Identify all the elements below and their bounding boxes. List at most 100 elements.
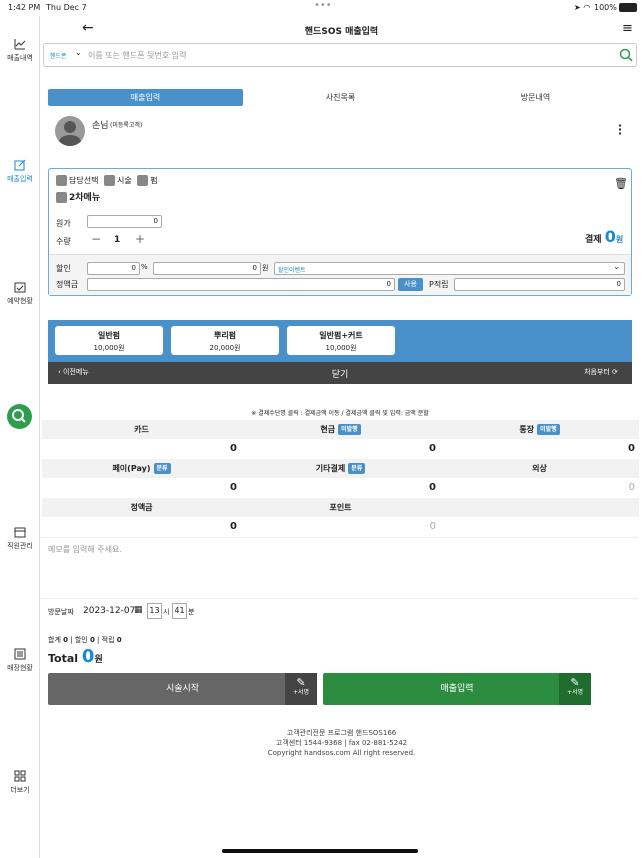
search-type-select[interactable]: 핸드폰	[50, 51, 67, 60]
search-bar: 핸드폰 ⌄ 이름 또는 핸드폰 뒷번호 입력	[43, 43, 637, 67]
pay-pay-value[interactable]: 0	[42, 478, 241, 497]
split-badge[interactable]: 분류	[348, 463, 366, 474]
sidebar-item-store-status[interactable]: 매장현황	[0, 648, 40, 673]
pencil-icon	[56, 192, 67, 203]
pay-point-header[interactable]: 포인트	[241, 498, 440, 517]
sidebar-item-sales-input[interactable]: 매출입력	[0, 159, 40, 184]
memo-textarea[interactable]: 메모를 입력해 주세요.	[42, 537, 638, 599]
pencil-icon: ✎	[570, 676, 580, 689]
sidebar-item-label: 더보기	[10, 786, 30, 794]
tag-service[interactable]: 시술	[117, 176, 132, 185]
reset-button[interactable]: 처음부터 ⟳	[584, 367, 618, 377]
menu-item-card[interactable]: 뿌리펌 20,000원	[171, 326, 279, 355]
footer-line-1: 고객관리전문 프로그램 핸드SOS166	[286, 729, 397, 737]
hamburger-menu-icon[interactable]: ≡	[622, 21, 633, 36]
pay-point-value[interactable]: 0	[241, 517, 440, 536]
sum-value: 0	[63, 636, 68, 644]
sign-button[interactable]: ✎ +서명	[285, 673, 317, 705]
tab-visit-history[interactable]: 방문내역	[438, 89, 633, 106]
tag-perm[interactable]: 펌	[150, 176, 157, 185]
minute-input[interactable]: 41	[172, 603, 187, 619]
calendar-icon[interactable]: ▦	[134, 605, 143, 615]
menu-item-name: 뿌리펌	[213, 331, 237, 340]
pay-account-value[interactable]: 0	[440, 439, 639, 458]
payment-note: ※ 결제수단명 클릭 : 결제금액 이동 / 결제금액 클릭 및 입력: 금액 …	[251, 410, 429, 417]
tag-staff[interactable]: 담당선택	[69, 176, 98, 185]
qty-value[interactable]: 1	[114, 235, 120, 245]
pay-card-value[interactable]: 0	[42, 439, 241, 458]
pay-other-header[interactable]: 기타결제 분류	[241, 459, 440, 478]
sign-label: +서명	[292, 689, 310, 696]
price-input[interactable]: 0	[87, 215, 162, 228]
sidebar-item-sales-history[interactable]: 매출내역	[0, 38, 40, 63]
total-unit: 원	[94, 655, 103, 665]
use-button[interactable]: 사용	[398, 278, 423, 291]
start-service-button[interactable]: 시술시작 ✎ +서명	[48, 673, 317, 705]
tag-row: 담당선택 시술 펌	[56, 175, 158, 186]
tab-photos[interactable]: 사진목록	[243, 89, 438, 106]
hour-input[interactable]: 13	[147, 603, 162, 619]
sign-label: +서명	[566, 689, 584, 696]
submenu-label[interactable]: 2차메뉴	[69, 193, 100, 203]
header: ← 핸드SOS 매출입력 ≡	[40, 16, 643, 42]
pay-cash-value[interactable]: 0	[241, 439, 440, 458]
search-input[interactable]: 이름 또는 핸드폰 뒷번호 입력	[88, 50, 187, 61]
sidebar-item-label: 예약현황	[7, 297, 33, 305]
customer-note: (미등록고객)	[110, 122, 143, 129]
pay-fixed-value[interactable]: 0	[42, 517, 241, 536]
footer-line-2: 고객센터 1544-9368 | fax 02-881-5242	[275, 739, 408, 747]
pay-account-header[interactable]: 통장 미발행	[440, 420, 639, 439]
pay-cash-header[interactable]: 현금 미발행	[241, 420, 440, 439]
split-badge[interactable]: 분류	[153, 463, 171, 474]
pay-pay-header[interactable]: 페이(Pay) 분류	[42, 459, 241, 478]
pay-other-value[interactable]: 0	[241, 478, 440, 497]
pay-credit-value[interactable]: 0	[440, 478, 639, 497]
menu-item-card[interactable]: 일반펌+커트 10,000원	[287, 326, 395, 355]
point-input[interactable]: 0	[454, 278, 625, 291]
search-fab-button[interactable]	[7, 404, 32, 429]
battery-icon	[619, 3, 637, 12]
disc-label: 할인	[74, 636, 88, 644]
pay-credit-header[interactable]: 외상	[440, 459, 639, 478]
visit-row: 방문날짜 2023-12-07 ▦ 13 시 41 분	[48, 603, 348, 619]
visit-date[interactable]: 2023-12-07	[83, 606, 135, 616]
more-vertical-icon[interactable]: · · ·	[618, 120, 622, 139]
tab-bar: 매출입력 사진목록 방문내역	[48, 89, 634, 106]
receipt-badge[interactable]: 미발행	[338, 424, 361, 435]
chevron-down-icon[interactable]: ⌄	[75, 48, 82, 57]
discount-label: 할인	[56, 264, 71, 273]
pay-card-header[interactable]: 카드	[42, 420, 241, 439]
trash-icon[interactable]: 🗑	[614, 177, 628, 190]
discount-pct-input[interactable]: 0	[87, 262, 140, 275]
refresh-icon: ⟳	[612, 368, 618, 376]
submenu-row: 2차메뉴	[56, 190, 100, 203]
start-service-label: 시술시작	[165, 684, 200, 694]
tab-sales-input[interactable]: 매출입력	[48, 89, 243, 106]
sidebar-item-reservations[interactable]: 예약현황	[0, 281, 40, 306]
search-icon[interactable]	[619, 48, 633, 62]
visit-label: 방문날짜	[48, 608, 74, 616]
sign-button[interactable]: ✎ +서명	[559, 673, 591, 705]
sidebar-item-label: 매출내역	[7, 54, 33, 62]
sidebar-item-more[interactable]: 더보기	[0, 770, 40, 795]
plus-button[interactable]: +	[135, 232, 145, 246]
sidebar-item-staff[interactable]: 직원관리	[0, 526, 40, 551]
discount-amount-input[interactable]: 0	[153, 262, 261, 275]
won-unit: 원	[262, 264, 269, 272]
pencil-icon	[56, 175, 67, 186]
minus-button[interactable]: −	[91, 232, 101, 246]
submit-sale-button[interactable]: 매출입력 ✎ +서명	[323, 673, 591, 705]
discount-event-select[interactable]: 할인이벤트 ⌄	[274, 262, 625, 275]
home-indicator[interactable]	[222, 849, 418, 853]
search-icon	[12, 409, 26, 423]
pay-fixed-header[interactable]: 정액금	[42, 498, 241, 517]
point-label: P적립	[429, 280, 449, 289]
calendar-check-icon	[14, 282, 26, 293]
sum-label: 합계	[48, 636, 61, 644]
menu-item-card[interactable]: 일반펌 10,000원	[55, 326, 163, 355]
fixed-amount-input[interactable]: 0	[87, 278, 395, 291]
receipt-badge[interactable]: 미발행	[537, 424, 560, 435]
close-menu-button[interactable]: 닫기	[48, 367, 632, 380]
pay-unit: 원	[615, 235, 624, 244]
multitask-dots-icon[interactable]: •••	[314, 0, 332, 11]
